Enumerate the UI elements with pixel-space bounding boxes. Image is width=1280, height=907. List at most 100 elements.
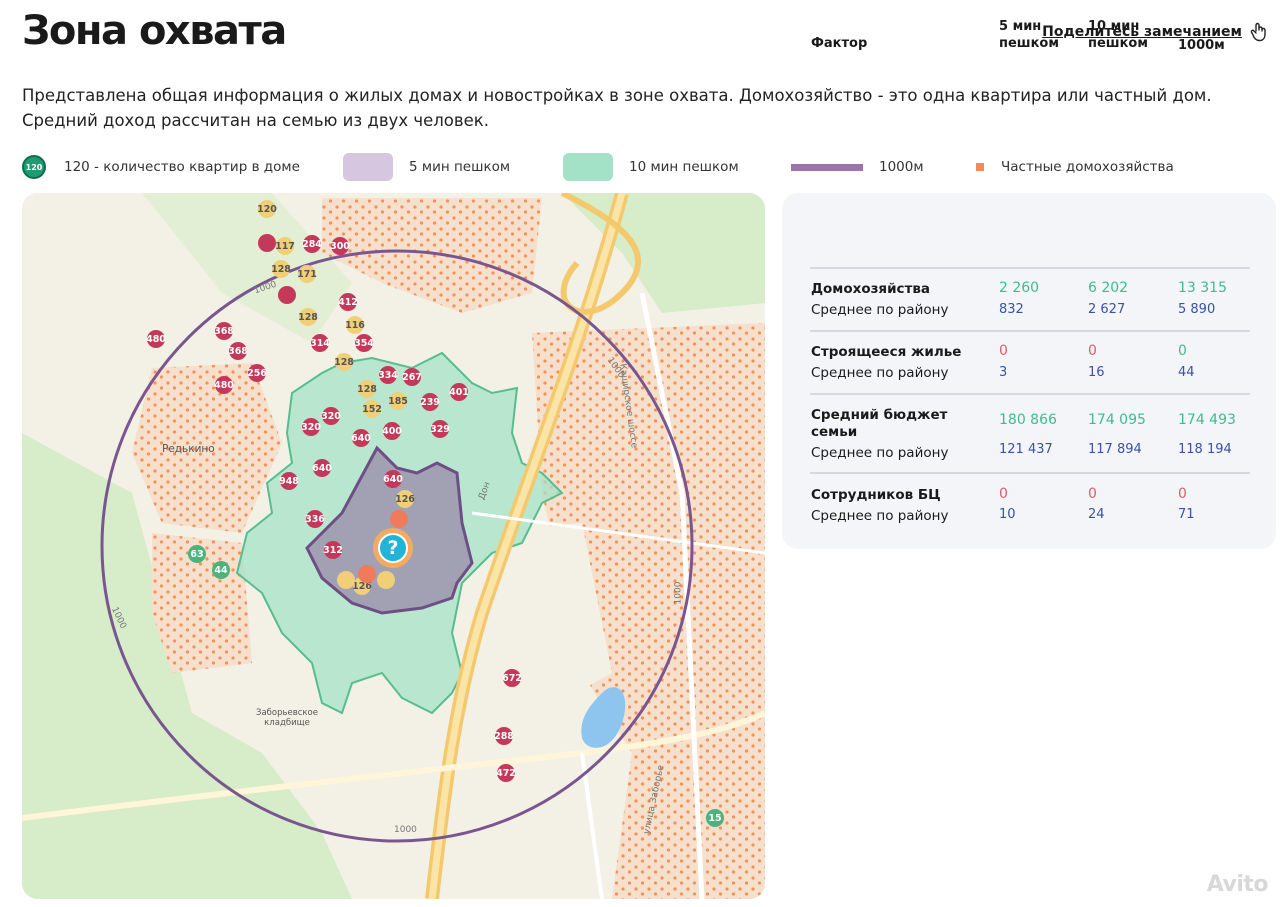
house-marker[interactable] bbox=[390, 510, 408, 528]
pointer-hand-icon bbox=[1250, 22, 1266, 42]
place-label-cemetery: Заборьевское кладбище bbox=[256, 708, 318, 728]
house-marker[interactable] bbox=[377, 571, 395, 589]
house-marker[interactable]: 480 bbox=[146, 330, 166, 348]
house-marker[interactable]: 368 bbox=[228, 342, 248, 360]
row-households-radius: 13 315 bbox=[1178, 280, 1227, 296]
coverage-map[interactable]: Редькино Заборьевское кладбище Каширское… bbox=[22, 193, 765, 899]
row-budget-avg-walk5: 121 437 bbox=[999, 442, 1053, 457]
house-marker[interactable] bbox=[258, 234, 276, 252]
row-households-label: Домохозяйства bbox=[811, 281, 931, 297]
place-label-redkino: Редькино bbox=[162, 443, 215, 455]
house-marker[interactable]: 480 bbox=[214, 376, 234, 394]
house-marker[interactable]: 126 bbox=[395, 490, 415, 508]
legend-private-label: Частные домохозяйства bbox=[1001, 159, 1174, 175]
house-marker[interactable]: 128 bbox=[357, 380, 377, 398]
row-bc-employees-avg-walk10: 24 bbox=[1088, 507, 1105, 522]
house-marker[interactable]: 128 bbox=[334, 353, 354, 371]
legend-private: Частные домохозяйства bbox=[976, 152, 1174, 182]
house-marker[interactable]: 267 bbox=[402, 368, 422, 386]
house-marker[interactable]: 640 bbox=[351, 429, 371, 447]
house-marker[interactable]: 171 bbox=[297, 265, 317, 283]
row-bc-employees-avg-walk5: 10 bbox=[999, 507, 1016, 522]
house-marker[interactable] bbox=[358, 565, 376, 583]
legend-house-dot: 120 bbox=[22, 155, 46, 179]
row-construction-avg-walk5: 3 bbox=[999, 365, 1008, 380]
legend-private-swatch bbox=[976, 163, 984, 171]
header-walk5: 5 мин пешком bbox=[999, 19, 1059, 51]
house-marker[interactable]: 116 bbox=[345, 316, 365, 334]
row-construction-walk10: 0 bbox=[1088, 343, 1097, 359]
house-marker[interactable]: 334 bbox=[378, 366, 398, 384]
house-marker[interactable]: 640 bbox=[383, 470, 403, 488]
house-marker[interactable]: 120 bbox=[257, 200, 277, 218]
row-households-avg-walk5: 832 bbox=[999, 302, 1024, 317]
row-bc-employees-radius: 0 bbox=[1178, 486, 1187, 502]
question-icon[interactable]: ? bbox=[378, 533, 408, 563]
house-marker[interactable]: 472 bbox=[496, 764, 516, 782]
house-marker[interactable]: 117 bbox=[275, 237, 295, 255]
legend-walk5-label: 5 мин пешком bbox=[409, 159, 511, 175]
legend-walk5-swatch bbox=[343, 153, 393, 181]
row-budget-walk10: 174 095 bbox=[1088, 412, 1146, 428]
row-budget-label: Средний бюджет семьи bbox=[811, 407, 948, 440]
row-construction-sublabel: Среднее по району bbox=[811, 365, 949, 381]
header-radius: 1000м bbox=[1178, 38, 1225, 53]
feedback-link[interactable]: Поделитесь замечанием bbox=[1042, 22, 1268, 42]
house-marker[interactable]: 948 bbox=[279, 472, 299, 490]
row-bc-employees-sublabel: Среднее по району bbox=[811, 508, 949, 524]
header-walk10: 10 мин пешком bbox=[1088, 19, 1148, 51]
legend-walk10: 10 мин пешком bbox=[563, 152, 739, 182]
row-bc-employees-walk10: 0 bbox=[1088, 486, 1097, 502]
house-marker[interactable]: 401 bbox=[449, 383, 469, 401]
page-title: Зона охвата bbox=[22, 8, 287, 54]
house-marker[interactable]: 329 bbox=[430, 420, 450, 438]
house-marker[interactable]: 312 bbox=[323, 541, 343, 559]
row-construction-walk5: 0 bbox=[999, 343, 1008, 359]
house-marker[interactable]: 368 bbox=[214, 322, 234, 340]
avito-watermark: Avito bbox=[1206, 872, 1269, 897]
house-marker[interactable]: 412 bbox=[338, 293, 358, 311]
radius-label-s: 1000 bbox=[394, 825, 417, 835]
house-marker[interactable]: 128 bbox=[298, 308, 318, 326]
house-marker[interactable]: 300 bbox=[330, 237, 350, 255]
row-budget-sublabel: Среднее по району bbox=[811, 445, 949, 461]
legend-radius-swatch bbox=[791, 163, 863, 171]
house-marker[interactable] bbox=[337, 571, 355, 589]
legend-apartments: 120 120 - количество квартир в доме bbox=[22, 152, 300, 182]
row-budget-avg-radius: 118 194 bbox=[1178, 442, 1232, 457]
house-marker[interactable]: 239 bbox=[420, 393, 440, 411]
house-marker[interactable]: 640 bbox=[312, 459, 332, 477]
house-marker[interactable]: 256 bbox=[247, 364, 267, 382]
row-households-walk10: 6 202 bbox=[1088, 280, 1129, 296]
row-budget-avg-walk10: 117 894 bbox=[1088, 442, 1142, 457]
house-marker[interactable]: 288 bbox=[494, 727, 514, 745]
house-marker[interactable]: 336 bbox=[305, 510, 325, 528]
legend-radius-label: 1000м bbox=[879, 159, 924, 175]
house-marker[interactable]: 185 bbox=[388, 392, 408, 410]
map-legend: 120 120 - количество квартир в доме 5 ми… bbox=[22, 152, 1262, 182]
house-marker[interactable]: 152 bbox=[362, 400, 382, 418]
row-bc-employees-avg-radius: 71 bbox=[1178, 507, 1195, 522]
house-marker[interactable]: 15 bbox=[706, 809, 724, 827]
house-marker[interactable]: 320 bbox=[301, 418, 321, 436]
house-marker[interactable]: 284 bbox=[302, 235, 322, 253]
radius-label-e: 1000 bbox=[673, 581, 684, 605]
house-marker[interactable]: 354 bbox=[354, 334, 374, 352]
house-marker[interactable]: 44 bbox=[212, 561, 230, 579]
house-marker[interactable]: 672 bbox=[502, 669, 522, 687]
row-households-walk5: 2 260 bbox=[999, 280, 1040, 296]
table-divider bbox=[810, 330, 1250, 332]
row-construction-label: Строящееся жилье bbox=[811, 344, 962, 360]
house-marker[interactable]: 63 bbox=[188, 545, 206, 563]
row-bc-employees-walk5: 0 bbox=[999, 486, 1008, 502]
table-divider bbox=[810, 393, 1250, 395]
legend-walk5: 5 мин пешком bbox=[343, 152, 510, 182]
house-marker[interactable] bbox=[278, 286, 296, 304]
location-pin[interactable]: ? bbox=[373, 528, 413, 568]
house-marker[interactable]: 128 bbox=[271, 260, 291, 278]
house-marker[interactable]: 314 bbox=[310, 334, 330, 352]
row-households-avg-radius: 5 890 bbox=[1178, 302, 1216, 317]
house-marker[interactable]: 320 bbox=[321, 407, 341, 425]
house-marker[interactable]: 400 bbox=[382, 422, 402, 440]
row-households-avg-walk10: 2 627 bbox=[1088, 302, 1126, 317]
